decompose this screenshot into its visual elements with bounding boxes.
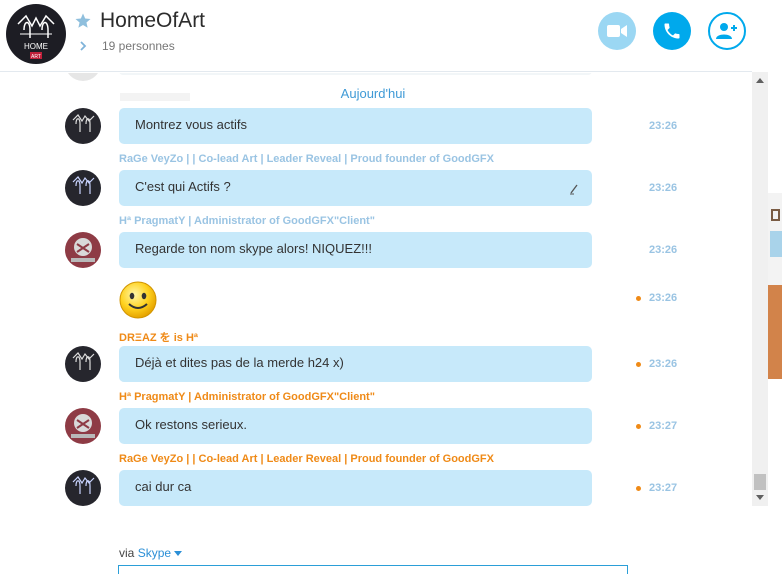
message-bubble[interactable]: C'est qui Actifs ?	[119, 170, 592, 206]
caret-down-icon	[174, 551, 183, 556]
sender-avatar[interactable]	[65, 170, 101, 206]
svg-text:HOME: HOME	[24, 42, 48, 51]
chat-window: HOME ART HomeOfArt 19 personnes Aujourd'…	[0, 0, 782, 574]
background-window	[768, 193, 782, 379]
chevron-right-icon[interactable]	[78, 39, 88, 51]
conversation-title: HomeOfArt	[100, 9, 206, 32]
unread-indicator	[636, 424, 641, 429]
message-text: cai dur ca	[135, 479, 192, 494]
add-participant-button[interactable]	[708, 12, 746, 50]
message-text: Regarde ton nom skype alors! NIQUEZ!!!	[135, 241, 372, 256]
caret-up-icon	[756, 78, 764, 83]
add-person-icon	[716, 23, 737, 39]
audio-call-button[interactable]	[653, 12, 691, 50]
message-text: C'est qui Actifs ?	[135, 179, 231, 194]
message-bubble[interactable]: Ok restons serieux.	[119, 408, 592, 444]
video-camera-icon	[607, 25, 627, 37]
message-timestamp: 23:26	[649, 358, 678, 370]
message-timestamp: 23:27	[649, 482, 678, 494]
faded-avatar	[65, 73, 101, 81]
message-text: Montrez vous actifs	[135, 117, 247, 132]
via-service-dropdown[interactable]: Skype	[138, 546, 183, 560]
unread-indicator	[636, 362, 641, 367]
phone-icon	[664, 23, 680, 39]
sender-name[interactable]: Hª PragmatY | Administrator of GoodGFX"C…	[119, 215, 375, 227]
video-call-button[interactable]	[598, 12, 636, 50]
scroll-down-button[interactable]	[752, 490, 768, 506]
sender-avatar[interactable]	[65, 408, 101, 444]
unread-indicator	[636, 296, 641, 301]
message-timestamp: 23:26	[649, 182, 678, 194]
message-text: Déjà et dites pas de la merde h24 x)	[135, 355, 344, 370]
caret-down-icon	[756, 495, 764, 500]
via-label: via	[119, 546, 135, 560]
sender-name[interactable]: RaGe VeyZo | | Co-lead Art | Leader Reve…	[119, 453, 494, 465]
scroll-thumb[interactable]	[754, 474, 766, 490]
participant-count[interactable]: 19 personnes	[102, 39, 175, 53]
scrollbar[interactable]	[752, 72, 768, 506]
date-divider: Aujourd'hui	[340, 86, 406, 101]
message-text: Ok restons serieux.	[135, 417, 247, 432]
faded-message-bubble	[119, 73, 592, 75]
sender-name[interactable]: RaGe VeyZo | | Co-lead Art | Leader Reve…	[119, 153, 494, 165]
group-avatar[interactable]: HOME ART	[6, 4, 66, 64]
sender-avatar[interactable]	[65, 346, 101, 382]
favorite-star-icon[interactable]	[74, 12, 92, 30]
message-list[interactable]: Aujourd'hui Montrez vous actifs 23:26 Ra…	[0, 73, 752, 543]
message-timestamp: 23:26	[649, 120, 678, 132]
edited-pencil-icon	[568, 182, 580, 195]
message-bubble[interactable]: cai dur ca	[119, 470, 592, 506]
conversation-header: HOME ART HomeOfArt 19 personnes	[0, 0, 752, 72]
sender-avatar[interactable]	[65, 470, 101, 506]
message-timestamp: 23:26	[649, 292, 678, 304]
sender-avatar[interactable]	[65, 108, 101, 144]
unread-indicator	[636, 486, 641, 491]
sender-name[interactable]: Hª PragmatY | Administrator of GoodGFX"C…	[119, 391, 375, 403]
message-bubble[interactable]: Déjà et dites pas de la merde h24 x)	[119, 346, 592, 382]
sender-name[interactable]: DRΞAZ を is Hª	[119, 329, 198, 345]
message-bubble[interactable]: Regarde ton nom skype alors! NIQUEZ!!!	[119, 232, 592, 268]
message-timestamp: 23:27	[649, 420, 678, 432]
message-bubble[interactable]: Montrez vous actifs	[119, 108, 592, 144]
message-timestamp: 23:26	[649, 244, 678, 256]
svg-text:ART: ART	[31, 54, 41, 60]
scroll-up-button[interactable]	[752, 72, 768, 88]
smiley-emoticon[interactable]	[118, 280, 158, 320]
message-input[interactable]	[118, 565, 628, 574]
sender-avatar[interactable]	[65, 232, 101, 268]
send-via-selector: via Skype	[119, 546, 183, 560]
